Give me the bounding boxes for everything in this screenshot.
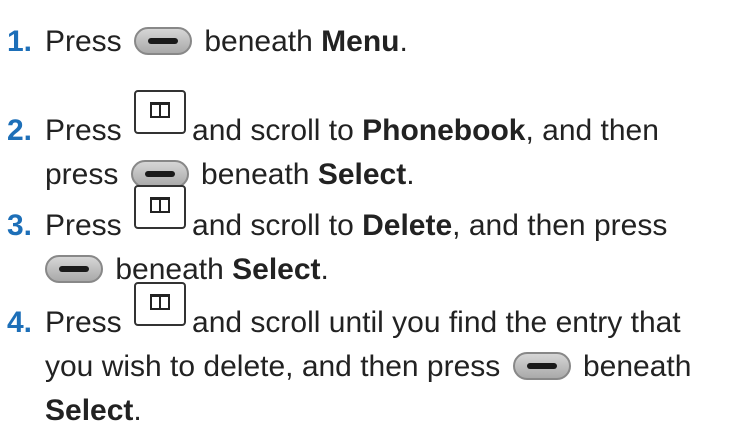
step-number: 2. [7, 114, 33, 147]
step-continuation: Select. [0, 389, 720, 433]
step-number: 3. [7, 209, 33, 242]
step-text: beneath [582, 350, 692, 383]
phonebook-key-icon [134, 185, 187, 229]
menu-label: Menu [321, 25, 400, 58]
step-text: . [133, 394, 142, 427]
soft-key-icon [130, 160, 189, 188]
step-text: , and then press [452, 209, 668, 242]
step-text: beneath [204, 25, 313, 58]
step-text: Press [45, 209, 122, 242]
step-1: 1. Press beneath Menu. [0, 20, 720, 64]
step-text: Press [45, 114, 122, 147]
step-text: and scroll until you find the entry that [192, 306, 681, 339]
step-number: 1. [7, 25, 33, 58]
phonebook-key-icon [134, 90, 187, 134]
step-2: 2. Press and scroll to Phonebook, and the… [0, 90, 720, 197]
step-text: Press [45, 25, 122, 58]
step-text: . [399, 25, 408, 58]
delete-label: Delete [362, 209, 453, 242]
step-3: 3. Press and scroll to Delete, and then p… [0, 185, 720, 292]
step-text: , and then [525, 114, 659, 147]
phonebook-label: Phonebook [362, 114, 526, 147]
soft-key-icon [45, 255, 103, 283]
step-4: 4. Press and scroll until you find the en… [0, 282, 720, 433]
select-label: Select [45, 394, 134, 427]
step-text: and scroll to [192, 114, 354, 147]
soft-key-icon [512, 352, 571, 380]
soft-key-icon [134, 27, 193, 55]
step-text: you wish to delete, and then press [45, 350, 501, 383]
step-text: and scroll to [192, 209, 354, 242]
phonebook-key-icon [134, 282, 187, 326]
step-continuation: you wish to delete, and then press benea… [0, 345, 720, 389]
step-text: Press [45, 306, 122, 339]
step-number: 4. [7, 306, 33, 339]
instruction-steps: 1. Press beneath Menu. 2. Press and scroll… [0, 0, 729, 427]
